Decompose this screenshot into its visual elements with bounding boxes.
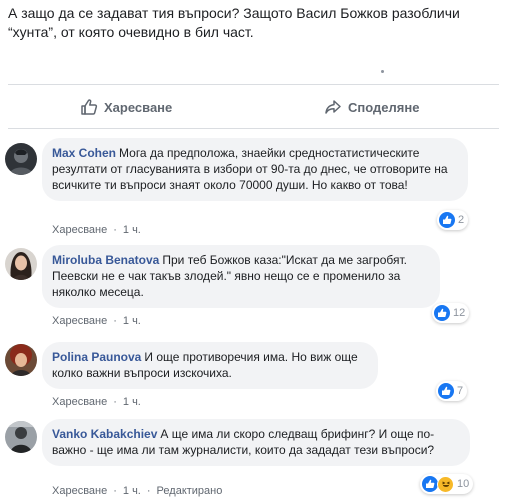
- comment-meta: Харесване · 1 ч.: [52, 396, 141, 408]
- comment-bubble: Max Cohen Мога да предположа, знаейки сре…: [42, 138, 468, 201]
- reaction-count-badge[interactable]: 2: [437, 210, 469, 230]
- comment-like-link[interactable]: Харесване: [52, 224, 107, 236]
- comment-timestamp[interactable]: 1 ч.: [123, 485, 141, 497]
- avatar[interactable]: [5, 344, 37, 376]
- reaction-count: 7: [457, 385, 464, 397]
- like-reaction-icon: [439, 212, 455, 228]
- comment-meta: Харесване · 1 ч.: [52, 315, 141, 327]
- comment-edited-label[interactable]: Редактирано: [157, 485, 223, 497]
- avatar[interactable]: [5, 143, 37, 175]
- comment-bubble: Miroluba Benatova При теб Божков каза:"Ис…: [42, 245, 440, 308]
- comment-author-link[interactable]: Polina Paunova: [52, 350, 141, 364]
- comment-timestamp[interactable]: 1 ч.: [123, 396, 141, 408]
- separator-dot: ·: [146, 485, 151, 497]
- thumbs-up-icon: [80, 98, 98, 116]
- share-button-label: Споделяне: [348, 99, 420, 115]
- comment-author-link[interactable]: Vanko Kabakchiev: [52, 427, 157, 441]
- post-text: А защо да се задават тия въпроси? Защото…: [8, 4, 498, 42]
- divider: [8, 84, 499, 85]
- share-arrow-icon: [324, 98, 342, 116]
- comment-timestamp[interactable]: 1 ч.: [123, 224, 141, 236]
- reaction-count-badge[interactable]: 7: [436, 381, 468, 401]
- share-button[interactable]: Споделяне: [324, 96, 419, 118]
- reaction-count-badge[interactable]: 10: [420, 474, 474, 494]
- comment-like-link[interactable]: Харесване: [52, 396, 107, 408]
- like-reaction-icon: [422, 476, 438, 492]
- reaction-count: 2: [458, 214, 465, 226]
- comment-meta: Харесване · 1 ч.: [52, 224, 141, 236]
- comment-bubble: Polina Paunova И още противоречия има. Но…: [42, 342, 378, 389]
- comment-author-link[interactable]: Miroluba Benatova: [52, 253, 159, 267]
- comment-author-link[interactable]: Max Cohen: [52, 146, 116, 160]
- comment-like-link[interactable]: Харесване: [52, 315, 107, 327]
- like-reaction-icon: [438, 383, 454, 399]
- post-text-line-2: “хунта”, от която очевидно в бил част.: [8, 24, 254, 40]
- separator-dot: ·: [113, 315, 117, 327]
- separator-dot: ·: [113, 485, 117, 497]
- reaction-count: 10: [457, 478, 470, 490]
- separator-dot: ·: [113, 224, 117, 236]
- divider: [8, 128, 499, 129]
- separator-dot: ·: [113, 396, 117, 408]
- like-button[interactable]: Харесване: [80, 96, 172, 118]
- reaction-count-badge[interactable]: 12: [432, 303, 470, 323]
- comment-meta: Харесване · 1 ч. · Редактирано: [52, 485, 222, 497]
- comment-like-link[interactable]: Харесване: [52, 485, 107, 497]
- like-reaction-icon: [434, 305, 450, 321]
- comment-timestamp[interactable]: 1 ч.: [123, 315, 141, 327]
- like-button-label: Харесване: [104, 99, 173, 115]
- reaction-count: 12: [453, 307, 466, 319]
- comment-bubble: Vanko Kabakchiev А ще има ли скоро следва…: [42, 419, 470, 466]
- avatar[interactable]: [5, 421, 37, 453]
- avatar[interactable]: [5, 248, 37, 280]
- more-options-dot[interactable]: [381, 70, 384, 73]
- post-text-line-1: А защо да се задават тия въпроси? Защото…: [8, 5, 460, 21]
- haha-reaction-icon: [437, 475, 454, 493]
